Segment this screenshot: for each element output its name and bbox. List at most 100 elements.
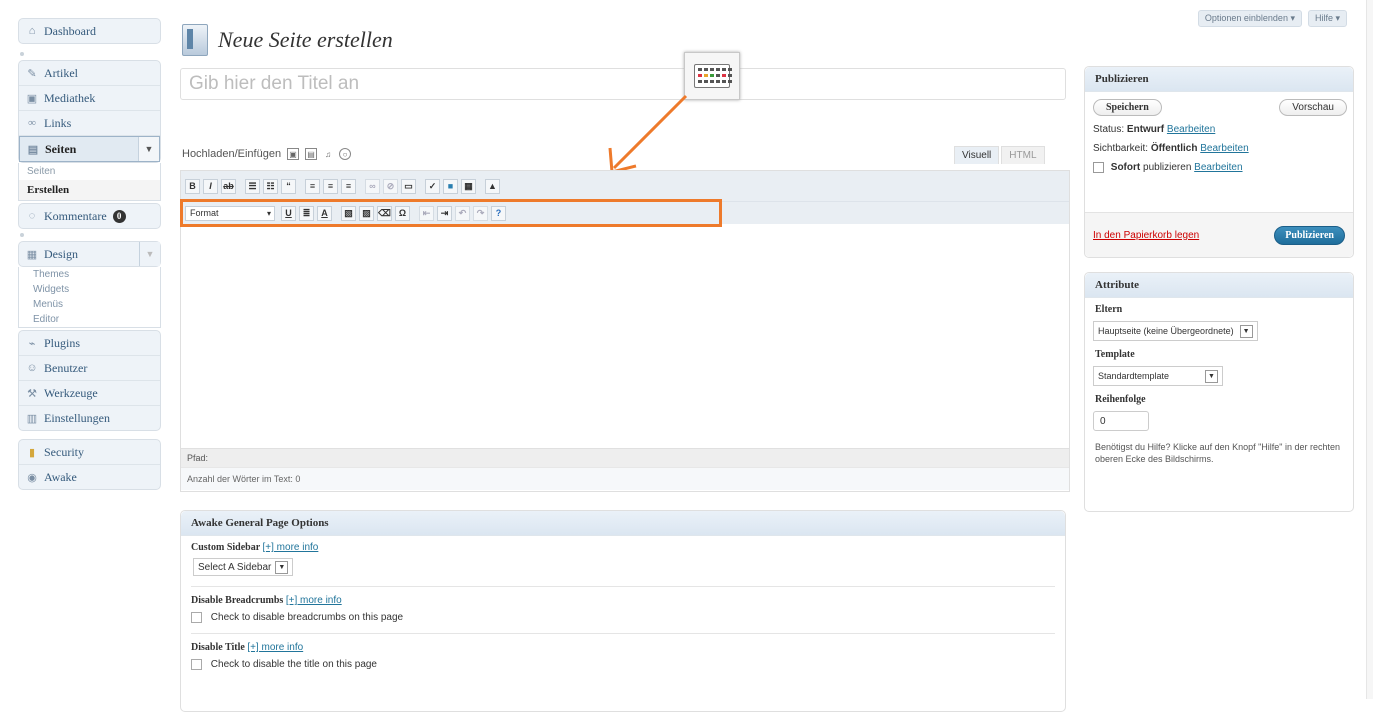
italic-icon[interactable]: I xyxy=(203,178,218,194)
sidebar-item-links[interactable]: ∞ Links xyxy=(19,111,160,136)
chevron-down-icon[interactable]: ▼ xyxy=(138,137,159,161)
numbered-list-icon[interactable]: ☷ xyxy=(263,178,278,194)
lock-icon: ▮ xyxy=(28,446,36,459)
bullet-list-icon[interactable]: ☰ xyxy=(245,178,260,194)
blockquote-icon[interactable]: “ xyxy=(281,178,296,194)
design-icon: ▦ xyxy=(26,248,38,261)
visibility-row: Sichtbarkeit: Öffentlich Bearbeiten xyxy=(1085,139,1353,158)
tab-html[interactable]: HTML xyxy=(1001,146,1045,164)
breadcrumbs-more-info-link[interactable]: [+] more info xyxy=(286,595,342,606)
move-to-trash-link[interactable]: In den Papierkorb legen xyxy=(1093,230,1199,241)
disable-breadcrumbs-checkbox[interactable] xyxy=(191,612,202,623)
submenu-item-themes[interactable]: Themes xyxy=(19,267,160,282)
sidebar-item-label: Kommentare xyxy=(44,208,107,223)
sidebar-item-artikel[interactable]: ✎ Artikel xyxy=(19,61,160,86)
template-select[interactable]: Standardtemplate ▼ xyxy=(1093,366,1223,386)
comment-count-badge: 0 xyxy=(112,209,126,223)
screen-options-button[interactable]: Optionen einblenden ▾ xyxy=(1197,10,1302,27)
pin-icon: ✎ xyxy=(27,67,37,80)
save-draft-button[interactable]: Speichern xyxy=(1093,99,1162,116)
unlink-icon[interactable]: ⊘ xyxy=(383,178,398,194)
sidebar-item-werkzeuge[interactable]: ⚒ Werkzeuge xyxy=(19,381,160,406)
upload-insert-row: Hochladen/Einfügen ▣ ▤ ♫ ○ xyxy=(182,148,352,160)
sidebar-item-einstellungen[interactable]: ▥ Einstellungen xyxy=(19,406,160,430)
submenu-item-widgets[interactable]: Widgets xyxy=(19,282,160,297)
publish-box-title: Publizieren xyxy=(1085,67,1353,92)
sidebar-item-awake[interactable]: ◉ Awake xyxy=(19,465,160,489)
sidebar-item-design[interactable]: ▦ Design ▼ xyxy=(19,242,160,266)
breadcrumbs-checkbox-label: Check to disable breadcrumbs on this pag… xyxy=(210,612,404,624)
sidebar-item-plugins[interactable]: ⌁ Plugins xyxy=(19,331,160,356)
sidebar-item-seiten[interactable]: ▤ Seiten ▼ xyxy=(19,136,160,162)
word-count: Anzahl der Wörter im Text: 0 xyxy=(181,467,1069,490)
publish-actions: In den Papierkorb legen Publizieren xyxy=(1085,212,1353,257)
align-center-icon[interactable]: ≡ xyxy=(323,178,338,194)
visibility-label: Sichtbarkeit: xyxy=(1093,143,1149,154)
chevron-down-icon: ▼ xyxy=(1239,324,1253,338)
custom-sidebar-label: Custom Sidebar [+] more info xyxy=(191,542,1055,553)
kitchen-sink-icon[interactable]: ▦ xyxy=(461,178,476,194)
status-label: Status: xyxy=(1093,124,1125,135)
preview-button[interactable]: Vorschau xyxy=(1279,99,1347,116)
schedule-row: Sofort publizieren Bearbeiten xyxy=(1085,158,1353,177)
align-right-icon[interactable]: ≡ xyxy=(341,178,356,194)
order-input[interactable]: 0 xyxy=(1093,411,1149,431)
chevron-down-icon: ▼ xyxy=(275,560,289,574)
title-more-info-link[interactable]: [+] more info xyxy=(247,642,303,653)
breadcrumbs-label: Disable Breadcrumbs [+] more info xyxy=(191,595,1055,606)
submenu-item-erstellen[interactable]: Erstellen xyxy=(19,180,160,200)
disable-title-text: Disable Title xyxy=(191,642,245,654)
chevron-down-icon[interactable]: ▼ xyxy=(139,242,160,266)
scrollbar[interactable] xyxy=(1366,0,1373,699)
strikethrough-icon[interactable]: ab xyxy=(221,178,236,194)
sidebar-select-value: Select A Sidebar xyxy=(198,561,272,573)
status-edit-link[interactable]: Bearbeiten xyxy=(1167,124,1215,135)
align-left-icon[interactable]: ≡ xyxy=(305,178,320,194)
breadcrumbs-text: Disable Breadcrumbs xyxy=(191,595,284,606)
sidebar-item-dashboard[interactable]: ⌂ Dashboard xyxy=(19,19,160,43)
link-icon[interactable]: ∞ xyxy=(365,178,380,194)
more-tag-icon[interactable]: ▭ xyxy=(401,178,416,194)
menu-group-tools: ⌁ Plugins ☺ Benutzer ⚒ Werkzeuge ▥ Einst… xyxy=(18,330,161,431)
add-image-icon[interactable]: ▣ xyxy=(287,148,300,160)
sidebar-item-mediathek[interactable]: ▣ Mediathek xyxy=(19,86,160,111)
page-icon xyxy=(182,24,208,56)
add-video-icon[interactable]: ▤ xyxy=(305,148,318,160)
help-button[interactable]: Hilfe ▾ xyxy=(1307,10,1347,27)
editor-toolbar-row1: B I ab ☰ ☷ “ ≡ ≡ ≡ ∞ ⊘ ▭ ✓ ■ ▦ ▲ xyxy=(181,171,1069,202)
tab-visual[interactable]: Visuell xyxy=(954,146,1000,164)
editor-content-area[interactable] xyxy=(181,224,1069,448)
media-icon: ▣ xyxy=(26,92,38,105)
add-media-icon[interactable]: ○ xyxy=(339,148,352,160)
pages-icon: ▤ xyxy=(27,143,39,156)
menu-separator xyxy=(18,50,161,60)
sidebar-item-security[interactable]: ▮ Security xyxy=(19,440,160,465)
bold-icon[interactable]: B xyxy=(185,178,200,194)
submenu-item-seiten[interactable]: Seiten xyxy=(19,163,160,180)
comment-icon: ◌ xyxy=(28,210,36,222)
sidebar-item-benutzer[interactable]: ☺ Benutzer xyxy=(19,356,160,381)
custom-sidebar-more-info-link[interactable]: [+] more info xyxy=(263,542,319,553)
schedule-edit-link[interactable]: Bearbeiten xyxy=(1194,162,1242,173)
upload-insert-label: Hochladen/Einfügen xyxy=(182,148,282,160)
submenu-item-menus[interactable]: Menüs xyxy=(19,297,160,312)
toolbar-highlight-frame xyxy=(180,199,722,227)
disable-title-label: Disable Title [+] more info xyxy=(191,642,1055,653)
page-heading: Neue Seite erstellen xyxy=(182,24,393,56)
template-label: Template xyxy=(1095,349,1135,360)
menu-group-design: ▦ Design ▼ xyxy=(18,241,161,267)
visibility-value: Öffentlich xyxy=(1150,143,1198,154)
sidebar-item-kommentare[interactable]: ◌ Kommentare 0 xyxy=(19,204,160,228)
sidebar-select[interactable]: Select A Sidebar ▼ xyxy=(193,558,294,576)
publish-button[interactable]: Publizieren xyxy=(1274,225,1345,245)
parent-select[interactable]: Hauptseite (keine Übergeordnete) ▼ xyxy=(1093,321,1258,341)
spellcheck-icon[interactable]: ✓ xyxy=(425,178,440,194)
submenu-item-editor[interactable]: Editor xyxy=(19,312,160,327)
disable-title-checkbox[interactable] xyxy=(191,659,202,671)
visibility-edit-link[interactable]: Bearbeiten xyxy=(1200,143,1248,154)
add-audio-icon[interactable]: ♫ xyxy=(323,149,333,159)
distraction-free-icon[interactable]: ▲ xyxy=(485,178,500,194)
menu-group-theme: ▮ Security ◉ Awake xyxy=(18,439,161,490)
schedule-text: publizieren xyxy=(1143,162,1192,174)
fullscreen-icon[interactable]: ■ xyxy=(443,178,458,194)
